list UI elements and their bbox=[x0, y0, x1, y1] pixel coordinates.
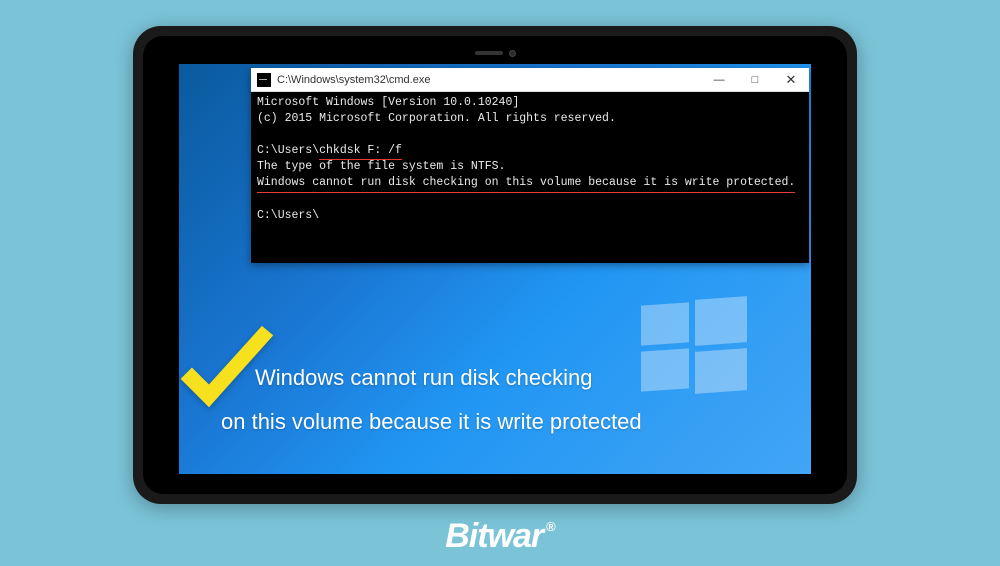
caption-text: Windows cannot run disk checking on this… bbox=[255, 356, 642, 444]
terminal-line: The type of the file system is NTFS. bbox=[257, 159, 803, 175]
cmd-window: C:\Windows\system32\cmd.exe — □ ✕ Micros… bbox=[251, 68, 809, 263]
tablet-frame: C:\Windows\system32\cmd.exe — □ ✕ Micros… bbox=[143, 36, 847, 494]
maximize-button[interactable]: □ bbox=[737, 68, 773, 92]
cmd-title: C:\Windows\system32\cmd.exe bbox=[277, 74, 430, 86]
desktop-screen: C:\Windows\system32\cmd.exe — □ ✕ Micros… bbox=[179, 64, 811, 474]
cmd-terminal[interactable]: Microsoft Windows [Version 10.0.10240] (… bbox=[251, 92, 809, 263]
terminal-line bbox=[257, 127, 803, 143]
brand-name: Bitwar bbox=[445, 517, 543, 556]
registered-mark: ® bbox=[546, 519, 555, 534]
windows-logo bbox=[641, 298, 747, 392]
terminal-line: (c) 2015 Microsoft Corporation. All righ… bbox=[257, 111, 803, 127]
cmd-icon bbox=[257, 73, 271, 87]
terminal-line: C:\Users\ bbox=[257, 208, 803, 224]
chkdsk-command: chkdsk F: /f bbox=[319, 143, 402, 159]
terminal-line bbox=[257, 192, 803, 208]
caption-line1: Windows cannot run disk checking bbox=[255, 356, 642, 400]
terminal-line: Microsoft Windows [Version 10.0.10240] bbox=[257, 95, 803, 111]
terminal-line: Windows cannot run disk checking on this… bbox=[257, 175, 803, 191]
close-button[interactable]: ✕ bbox=[773, 68, 809, 92]
caption-line2: on this volume because it is write prote… bbox=[221, 400, 642, 444]
speaker-slot bbox=[475, 51, 503, 55]
error-message: Windows cannot run disk checking on this… bbox=[257, 175, 795, 191]
brand-logo: Bitwar ® bbox=[445, 517, 555, 556]
minimize-button[interactable]: — bbox=[701, 68, 737, 92]
camera-lens bbox=[509, 50, 516, 57]
tablet-device: C:\Windows\system32\cmd.exe — □ ✕ Micros… bbox=[133, 26, 857, 504]
cmd-titlebar: C:\Windows\system32\cmd.exe — □ ✕ bbox=[251, 68, 809, 92]
terminal-line: C:\Users\chkdsk F: /f bbox=[257, 143, 803, 159]
tablet-camera bbox=[471, 49, 519, 57]
